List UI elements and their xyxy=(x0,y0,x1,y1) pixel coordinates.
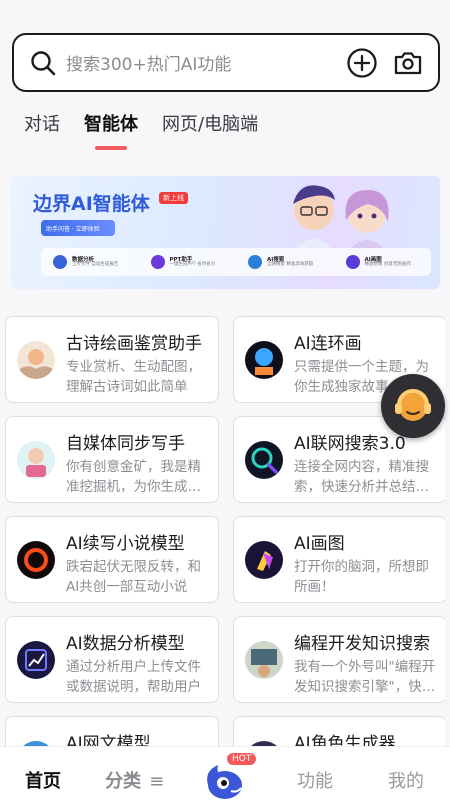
feature-data-analysis[interactable]: 数据分析 上传文件 自动生成报告 xyxy=(41,255,139,269)
promo-banner[interactable]: 边界AI智能体 新上线 助手问答 · 立即体验 数据分析 上传文件 自动生成报告 … xyxy=(11,176,440,289)
agent-card[interactable]: AI数据分析模型 通过分析用户上传文件或数据说明，帮助用户 xyxy=(5,616,219,703)
nav-home[interactable]: 首页 xyxy=(25,767,61,793)
tab-web-desktop[interactable]: 网页/电脑端 xyxy=(162,110,258,136)
add-button[interactable] xyxy=(344,45,380,81)
poetry-painting-icon xyxy=(17,341,55,379)
search-bar[interactable]: 搜索300+热门AI功能 xyxy=(12,33,440,92)
novel-icon xyxy=(17,541,55,579)
web-search-icon xyxy=(245,441,283,479)
camera-icon xyxy=(394,51,422,74)
card-title: AI数据分析模型 xyxy=(66,634,185,654)
banner-feature-strip: 数据分析 上传文件 自动生成报告 PPT助手 一键生成PPT 省时省力 AI搜索 全网… xyxy=(41,248,431,276)
card-description: 我有一个外号叫"编程开发知识搜索引擎"，快来问我 xyxy=(294,659,436,695)
media-writer-icon xyxy=(17,441,55,479)
agent-card[interactable]: 编程开发知识搜索 我有一个外号叫"编程开发知识搜索引擎"，快来问我 xyxy=(233,616,445,703)
add-circle-icon xyxy=(347,47,377,78)
menu-lines-icon: ≡ xyxy=(149,771,165,792)
agent-card[interactable]: AI角色生成器 xyxy=(233,716,445,746)
data-analysis-icon xyxy=(53,255,67,269)
new-badge: 新上线 xyxy=(159,192,188,204)
card-title: 古诗绘画鉴赏助手 xyxy=(66,334,202,354)
agent-card[interactable]: AI网文模型 xyxy=(5,716,219,746)
banner-title: 边界AI智能体 xyxy=(33,193,150,215)
feature-ai-search[interactable]: AI搜索 全网搜索 精准高效获取 xyxy=(236,255,334,269)
ppt-icon xyxy=(150,255,165,269)
agent-card-grid: 古诗绘画鉴赏助手 专业赏析、生动配图，理解古诗词如此简单 AI连环画 只需提供一… xyxy=(5,316,445,746)
ai-drawing-icon xyxy=(345,255,360,269)
camera-button[interactable] xyxy=(390,45,426,81)
agent-card[interactable]: 古诗绘画鉴赏助手 专业赏析、生动配图，理解古诗词如此简单 xyxy=(5,316,219,403)
nav-category-label: 分类 xyxy=(105,771,141,792)
customer-service-button[interactable] xyxy=(381,374,445,438)
feature-desc: 上传文件 自动生成报告 xyxy=(72,261,119,267)
data-analysis-icon xyxy=(17,641,55,679)
comic-icon xyxy=(245,341,283,379)
card-title: 自媒体同步写手 xyxy=(66,434,185,454)
card-title: AI连环画 xyxy=(294,334,362,354)
card-description: 跌宕起伏无限反转，和AI共创一部互动小说 xyxy=(66,559,201,595)
card-description: 你有创意金矿，我是精准挖掘机，为你生成内容 xyxy=(66,459,201,495)
feature-ai-drawing[interactable]: AI画图 释放想象 创意无限画作 xyxy=(334,255,432,269)
card-title: AI续写小说模型 xyxy=(66,534,185,554)
card-description: 通过分析用户上传文件或数据说明，帮助用户 xyxy=(66,659,201,695)
tab-agents[interactable]: 智能体 xyxy=(84,110,138,136)
banner-cta-button[interactable]: 助手问答 · 立即体验 xyxy=(41,220,115,236)
card-title: AI网文模型 xyxy=(66,734,151,746)
card-description: 专业赏析、生动配图，理解古诗词如此简单 xyxy=(66,359,201,395)
agent-card[interactable]: AI续写小说模型 跌宕起伏无限反转，和AI共创一部互动小说 xyxy=(5,516,219,603)
card-title: AI画图 xyxy=(294,534,345,554)
tab-chat[interactable]: 对话 xyxy=(24,110,60,136)
coding-icon xyxy=(245,641,283,679)
ai-search-icon xyxy=(248,255,262,269)
bottom-nav: 首页 分类 ≡ 功能 我的 xyxy=(0,746,450,800)
drawing-icon xyxy=(245,541,283,579)
nav-mine[interactable]: 我的 xyxy=(388,767,424,793)
agent-card[interactable]: 自媒体同步写手 你有创意金矿，我是精准挖掘机，为你生成内容 xyxy=(5,416,219,503)
search-icon xyxy=(31,50,56,75)
nav-category[interactable]: 分类 ≡ xyxy=(105,767,164,793)
cartoon-characters-image xyxy=(293,185,389,248)
agent-card[interactable]: AI画图 打开你的脑洞，所想即所画！ xyxy=(233,516,445,603)
feature-desc: 全网搜索 精准高效获取 xyxy=(267,261,314,267)
search-input[interactable]: 搜索300+热门AI功能 xyxy=(66,50,334,75)
feature-ppt[interactable]: PPT助手 一键生成PPT 省时省力 xyxy=(139,255,237,269)
card-description: 打开你的脑洞，所想即所画！ xyxy=(294,559,429,595)
nav-features[interactable]: 功能 xyxy=(297,767,333,793)
feature-desc: 一键生成PPT 省时省力 xyxy=(169,261,216,267)
card-title: 编程开发知识搜索 xyxy=(294,634,430,654)
hot-badge: HOT xyxy=(226,752,258,766)
headset-icon xyxy=(395,389,431,421)
card-title: AI角色生成器 xyxy=(294,734,396,746)
card-description: 连接全网内容，精准搜索，快速分析并总结信息 xyxy=(294,459,429,495)
feature-desc: 释放想象 创意无限画作 xyxy=(364,261,411,267)
tab-bar: 对话 智能体 网页/电脑端 xyxy=(24,110,282,146)
